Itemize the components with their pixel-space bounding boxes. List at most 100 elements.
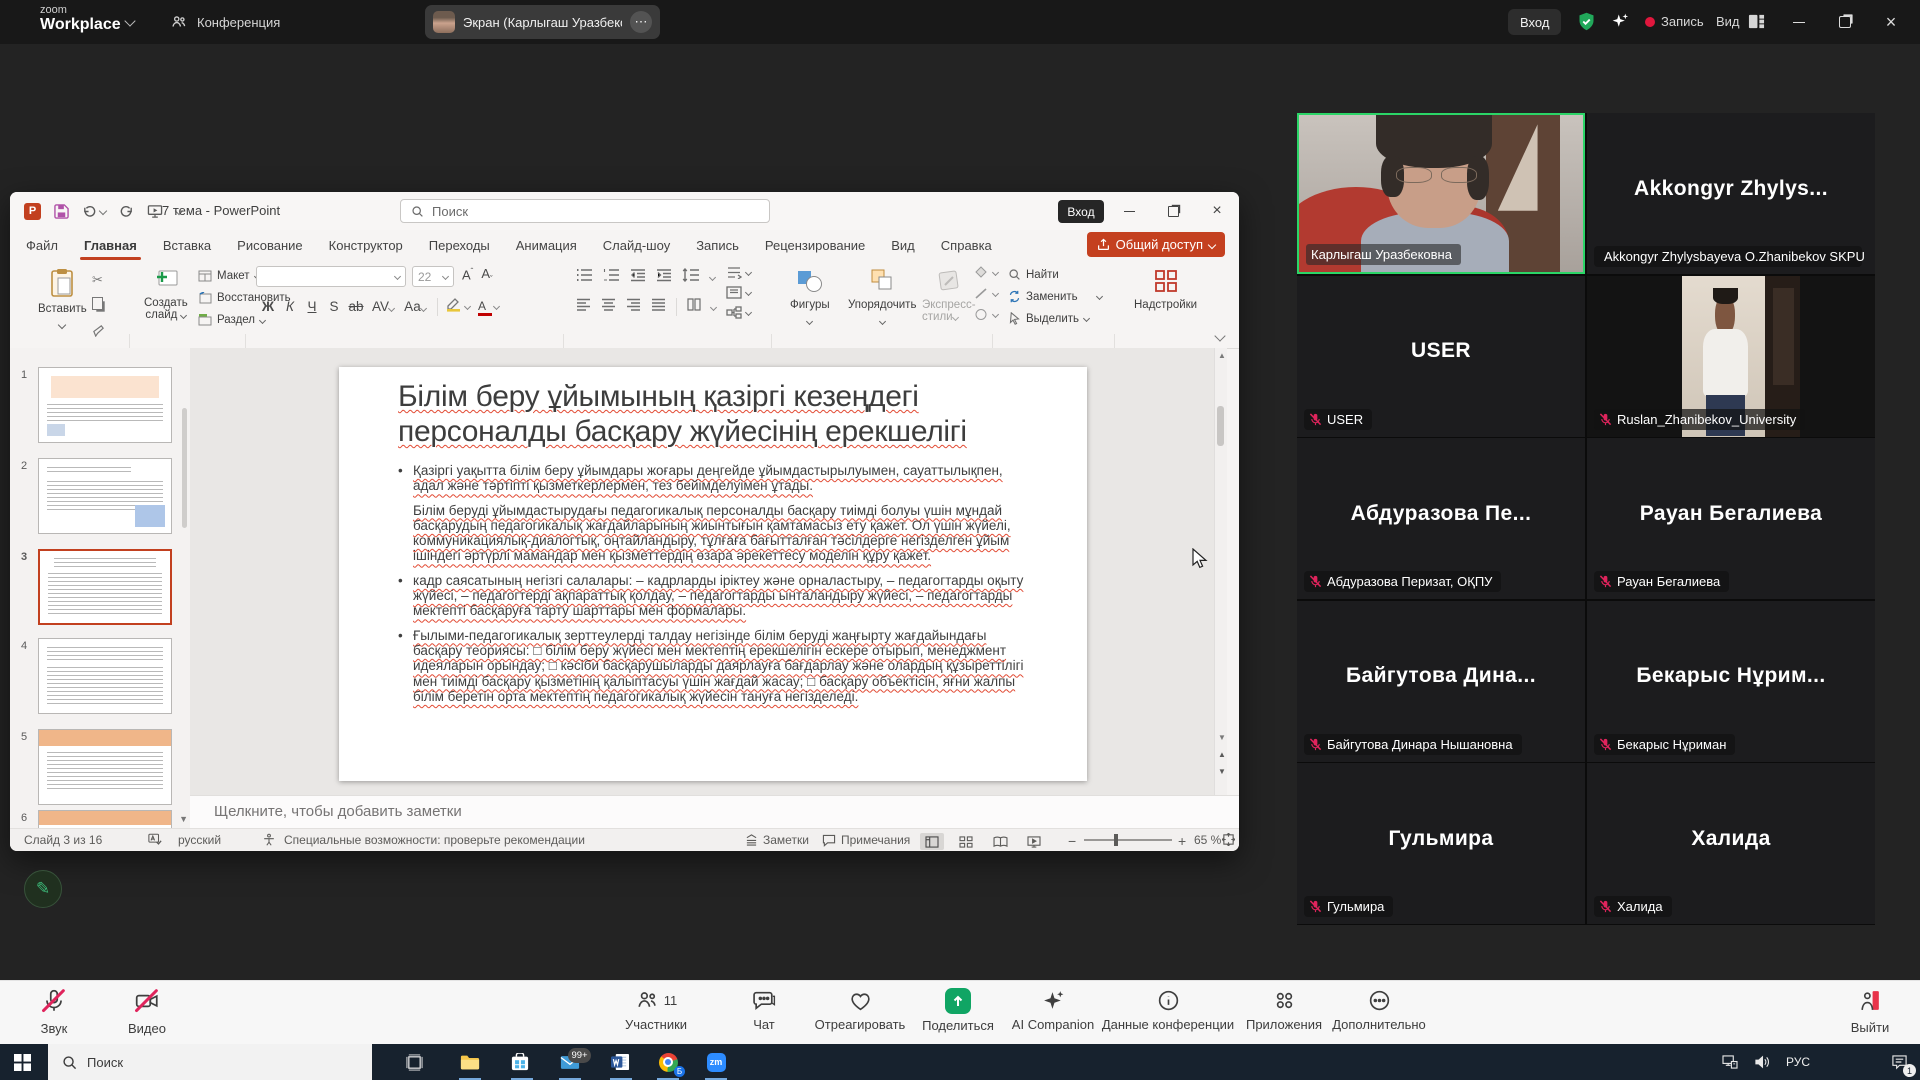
participant-tile-bekarys[interactable]: Бекарыс Нұрим... Бекарыс Нұриман bbox=[1587, 601, 1875, 762]
more-button[interactable]: Дополнительно bbox=[1318, 988, 1440, 1032]
participant-tile-baigutova[interactable]: Байгутова Дина... Байгутова Динара Нышан… bbox=[1297, 601, 1585, 762]
slide-thumbnail-5[interactable] bbox=[38, 729, 172, 805]
zoom-app-icon[interactable]: zm bbox=[694, 1044, 738, 1080]
fit-slide-button[interactable] bbox=[1222, 833, 1235, 846]
redo-icon[interactable] bbox=[119, 204, 134, 219]
slide-thumbnail-3-selected[interactable] bbox=[38, 549, 172, 625]
columns-icon[interactable] bbox=[687, 298, 701, 316]
select-button[interactable]: Выделить bbox=[1008, 312, 1089, 325]
addins-button[interactable]: Надстройки bbox=[1134, 268, 1197, 311]
tab-animations[interactable]: Анимация bbox=[516, 238, 577, 253]
italic-button[interactable]: К bbox=[280, 299, 300, 314]
participants-button[interactable]: 11 Участники bbox=[606, 988, 706, 1032]
participant-tile-gulmira[interactable]: Гульмира Гульмира bbox=[1297, 763, 1585, 924]
participant-tile-ruslan[interactable]: Ruslan_Zhanibekov_University bbox=[1587, 276, 1875, 437]
chrome-icon[interactable]: Б bbox=[646, 1044, 690, 1080]
align-left-icon[interactable] bbox=[576, 298, 591, 316]
participant-tile-abdurazova[interactable]: Абдуразова Пе... Абдуразова Перизат, ОҚП… bbox=[1297, 438, 1585, 599]
zoom-in-button[interactable]: + bbox=[1178, 833, 1186, 849]
cut-icon[interactable]: ✂ bbox=[92, 272, 105, 288]
section-button[interactable]: Раздел bbox=[198, 314, 265, 326]
microsoft-store-icon[interactable] bbox=[498, 1044, 542, 1080]
annotation-pencil-button[interactable]: ✎ bbox=[24, 870, 62, 908]
participant-tile-rauan[interactable]: Рауан Бегалиева Рауан Бегалиева bbox=[1587, 438, 1875, 599]
tab-review[interactable]: Рецензирование bbox=[765, 238, 865, 253]
task-view-button[interactable] bbox=[392, 1044, 436, 1080]
tab-more-icon[interactable]: ⋯ bbox=[630, 11, 652, 33]
tab-transitions[interactable]: Переходы bbox=[429, 238, 490, 253]
slide-thumbnail-1[interactable] bbox=[38, 367, 172, 443]
bullets-icon[interactable] bbox=[576, 268, 593, 287]
shape-effects-button[interactable] bbox=[974, 308, 998, 321]
leave-button[interactable]: Выйти bbox=[1838, 988, 1902, 1035]
tab-help[interactable]: Справка bbox=[941, 238, 992, 253]
undo-icon[interactable] bbox=[82, 204, 106, 219]
editor-scrollbar[interactable]: ▲ ▼ ▲ ▼ bbox=[1214, 348, 1227, 795]
quick-styles-button[interactable]: Экспресс- стили bbox=[922, 268, 976, 323]
ai-sparkle-icon[interactable] bbox=[1610, 11, 1631, 32]
collapse-ribbon-icon[interactable] bbox=[1214, 330, 1225, 341]
increase-indent-icon[interactable] bbox=[656, 268, 672, 287]
ppt-share-button[interactable]: Общий доступ bbox=[1087, 232, 1225, 257]
thumbnail-scrollbar[interactable] bbox=[182, 408, 187, 528]
zoom-out-button[interactable]: − bbox=[1068, 833, 1076, 849]
language-indicator[interactable]: РУС bbox=[1780, 1044, 1816, 1080]
participant-tile-akkongyr[interactable]: Akkongyr Zhylys... Akkongyr Zhylysbayeva… bbox=[1587, 113, 1875, 274]
smartart-button[interactable] bbox=[726, 306, 751, 319]
tab-view[interactable]: Вид bbox=[891, 238, 915, 253]
next-slide-button[interactable]: ▼ bbox=[1218, 767, 1226, 776]
word-icon[interactable] bbox=[598, 1044, 642, 1080]
start-button[interactable] bbox=[0, 1044, 44, 1080]
taskbar-search-box[interactable]: Поиск bbox=[48, 1044, 372, 1080]
shape-outline-button[interactable] bbox=[974, 287, 998, 300]
normal-view-button[interactable] bbox=[920, 833, 944, 850]
tab-meeting[interactable]: Конференция bbox=[170, 0, 280, 44]
action-center-icon[interactable]: 1 bbox=[1878, 1044, 1920, 1080]
reading-view-button[interactable] bbox=[988, 833, 1012, 850]
tab-draw[interactable]: Рисование bbox=[237, 238, 302, 253]
find-button[interactable]: Найти bbox=[1008, 268, 1059, 281]
tab-file[interactable]: Файл bbox=[26, 238, 58, 253]
align-text-button[interactable] bbox=[726, 286, 751, 299]
workspace-chevron-icon[interactable] bbox=[124, 15, 135, 26]
char-spacing-button[interactable]: AV bbox=[368, 299, 398, 314]
window-minimize-button[interactable] bbox=[1778, 0, 1820, 44]
new-slide-button[interactable]: Создать слайд bbox=[144, 268, 188, 321]
align-right-icon[interactable] bbox=[626, 298, 641, 316]
font-name-combobox[interactable] bbox=[256, 266, 406, 287]
shadow-button[interactable]: S bbox=[324, 299, 344, 314]
participant-tile-khalida[interactable]: Халида Халида bbox=[1587, 763, 1875, 924]
network-icon[interactable] bbox=[1714, 1044, 1746, 1080]
underline-button[interactable]: Ч bbox=[302, 299, 322, 314]
zoom-slider-handle[interactable] bbox=[1114, 834, 1118, 846]
copy-icon[interactable] bbox=[92, 297, 105, 315]
ppt-search-box[interactable]: Поиск bbox=[400, 199, 770, 223]
notes-pane[interactable]: Щелкните, чтобы добавить заметки bbox=[190, 795, 1239, 829]
slide-canvas[interactable]: Білім беру ұйымының қазіргі кезеңдегі пе… bbox=[339, 367, 1087, 781]
save-icon[interactable] bbox=[54, 204, 69, 219]
comments-toggle[interactable]: Примечания bbox=[822, 833, 910, 847]
participant-tile-karlygash[interactable]: Карлыгаш Уразбековна bbox=[1297, 113, 1585, 274]
font-size-combobox[interactable]: 22 bbox=[412, 266, 454, 287]
slide-thumbnail-2[interactable] bbox=[38, 458, 172, 534]
spellcheck-icon[interactable] bbox=[148, 833, 162, 846]
zoom-slider-track[interactable] bbox=[1084, 839, 1172, 841]
ppt-restore-button[interactable] bbox=[1151, 192, 1195, 230]
recording-label[interactable]: Запись bbox=[1661, 14, 1704, 29]
view-label[interactable]: Вид bbox=[1716, 14, 1740, 29]
participant-tile-user[interactable]: USER USER bbox=[1297, 276, 1585, 437]
format-painter-icon[interactable] bbox=[92, 324, 105, 342]
topbar-sign-in-button[interactable]: Вход bbox=[1508, 9, 1561, 35]
tab-design[interactable]: Конструктор bbox=[329, 238, 403, 253]
ai-companion-button[interactable]: AI Companion bbox=[1000, 988, 1106, 1032]
scroll-up-icon[interactable]: ▲ bbox=[1218, 351, 1226, 360]
tab-home[interactable]: Главная bbox=[84, 238, 137, 253]
line-spacing-icon[interactable] bbox=[682, 268, 700, 287]
scrollbar-thumb[interactable] bbox=[1217, 406, 1224, 446]
security-shield-icon[interactable] bbox=[1576, 11, 1597, 32]
slide-thumbnail-4[interactable] bbox=[38, 638, 172, 714]
strikethrough-button[interactable]: ab bbox=[346, 299, 366, 314]
mail-icon[interactable]: 99+ bbox=[548, 1044, 592, 1080]
layout-button[interactable]: Макет bbox=[198, 270, 260, 282]
shapes-button[interactable]: Фигуры bbox=[790, 268, 830, 329]
